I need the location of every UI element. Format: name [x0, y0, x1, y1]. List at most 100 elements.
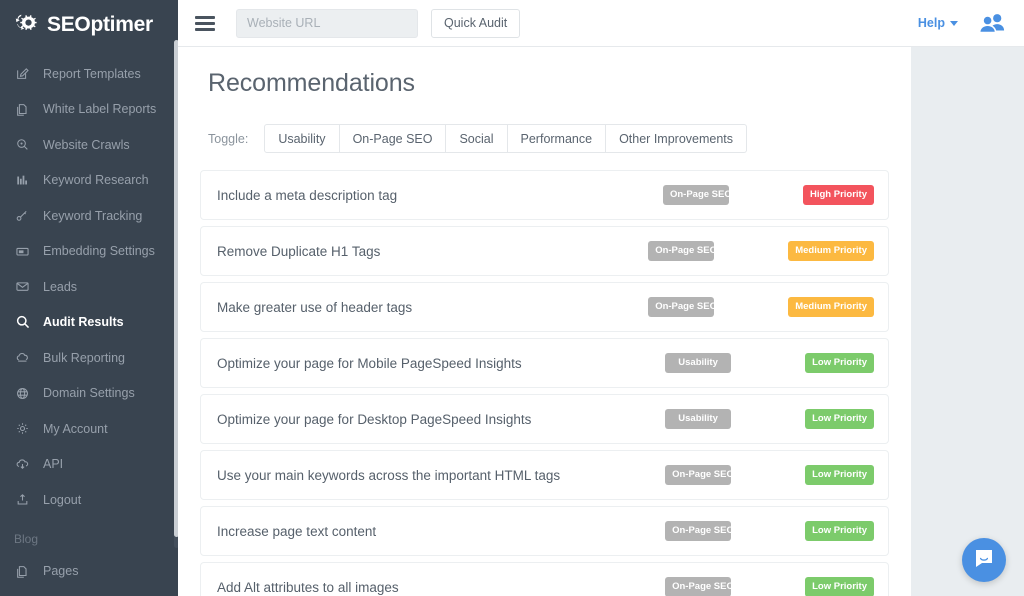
table-row[interactable]: Remove Duplicate H1 Tags On-Page SEO Med…	[200, 226, 889, 276]
sidebar-item-keyword-tracking[interactable]: Keyword Tracking	[0, 198, 178, 234]
content-panel: Recommendations Toggle: Usability On-Pag…	[178, 47, 911, 596]
sidebar-item-label: Keyword Tracking	[43, 209, 142, 223]
search-icon	[14, 314, 31, 331]
gear-icon	[14, 420, 31, 437]
topbar: Quick Audit Help	[178, 0, 1024, 47]
sidebar-item-label: Leads	[43, 280, 77, 294]
sidebar: SEOptimer Report Templates White Label R…	[0, 0, 178, 596]
logout-upload-icon	[14, 491, 31, 508]
recommendation-title: Use your main keywords across the import…	[217, 468, 665, 483]
cloud-download-icon	[14, 456, 31, 473]
magnifier-plus-icon	[14, 136, 31, 153]
copy-files-icon	[14, 101, 31, 118]
table-row[interactable]: Include a meta description tag On-Page S…	[200, 170, 889, 220]
sidebar-item-label: Audit Results	[43, 315, 124, 329]
users-icon[interactable]	[978, 11, 1006, 35]
tab-other-improvements[interactable]: Other Improvements	[606, 124, 747, 153]
sidebar-item-website-crawls[interactable]: Website Crawls	[0, 127, 178, 163]
sidebar-item-audit-results[interactable]: Audit Results	[0, 305, 178, 341]
sidebar-item-logout[interactable]: Logout	[0, 482, 178, 518]
sidebar-item-label: White Label Reports	[43, 102, 156, 116]
sidebar-nav: Report Templates White Label Reports Web…	[0, 48, 178, 589]
sidebar-item-label: Pages	[43, 564, 78, 578]
sidebar-item-label: Bulk Reporting	[43, 351, 125, 365]
cloud-stack-icon	[14, 349, 31, 366]
table-row[interactable]: Use your main keywords across the import…	[200, 450, 889, 500]
sidebar-item-report-templates[interactable]: Report Templates	[0, 56, 178, 92]
category-badge: Usability	[665, 409, 731, 429]
website-url-input[interactable]	[236, 9, 418, 38]
sidebar-item-keyword-research[interactable]: Keyword Research	[0, 163, 178, 199]
status-badge: Low Priority	[805, 577, 874, 596]
category-badge: On-Page SEO	[663, 185, 729, 205]
app-root: SEOptimer Report Templates White Label R…	[0, 0, 1024, 596]
recommendation-title: Make greater use of header tags	[217, 300, 648, 315]
recommendation-title: Optimize your page for Mobile PageSpeed …	[217, 356, 665, 371]
sidebar-item-label: Logout	[43, 493, 81, 507]
category-badge: On-Page SEO	[665, 521, 731, 541]
sidebar-item-label: Embedding Settings	[43, 244, 155, 258]
brand-name: SEOptimer	[47, 14, 153, 35]
table-row[interactable]: Add Alt attributes to all images On-Page…	[200, 562, 889, 596]
help-menu[interactable]: Help	[918, 16, 958, 30]
category-badge: On-Page SEO	[648, 241, 714, 261]
recommendations-list: Include a meta description tag On-Page S…	[200, 153, 889, 596]
tab-social[interactable]: Social	[446, 124, 507, 153]
sidebar-item-my-account[interactable]: My Account	[0, 411, 178, 447]
key-icon	[14, 207, 31, 224]
pencil-square-icon	[14, 65, 31, 82]
tab-usability[interactable]: Usability	[264, 124, 339, 153]
recommendation-title: Include a meta description tag	[217, 188, 663, 203]
quick-audit-button[interactable]: Quick Audit	[431, 9, 520, 38]
tab-on-page-seo[interactable]: On-Page SEO	[340, 124, 447, 153]
sidebar-section-blog: Blog	[0, 518, 178, 554]
chat-launcher-button[interactable]	[962, 538, 1006, 582]
table-row[interactable]: Optimize your page for Desktop PageSpeed…	[200, 394, 889, 444]
table-row[interactable]: Make greater use of header tags On-Page …	[200, 282, 889, 332]
status-badge: Low Priority	[805, 521, 874, 541]
sidebar-item-label: Domain Settings	[43, 386, 135, 400]
hamburger-icon[interactable]	[192, 10, 218, 36]
main-area: Quick Audit Help Recommendations	[178, 0, 1024, 596]
category-badge: On-Page SEO	[665, 465, 731, 485]
sidebar-item-embedding-settings[interactable]: Embedding Settings	[0, 234, 178, 270]
help-label: Help	[918, 16, 945, 30]
sidebar-item-label: Website Crawls	[43, 138, 130, 152]
recommendation-title: Remove Duplicate H1 Tags	[217, 244, 648, 259]
gear-arrows-logo-icon	[14, 11, 40, 37]
sidebar-item-label: Report Templates	[43, 67, 141, 81]
status-badge: Low Priority	[805, 409, 874, 429]
status-badge: Medium Priority	[788, 241, 874, 261]
sidebar-item-label: Keyword Research	[43, 173, 149, 187]
table-row[interactable]: Optimize your page for Mobile PageSpeed …	[200, 338, 889, 388]
envelope-icon	[14, 278, 31, 295]
status-badge: Low Priority	[805, 353, 874, 373]
chat-bubble-icon	[973, 547, 995, 574]
status-badge: Low Priority	[805, 465, 874, 485]
table-row[interactable]: Increase page text content On-Page SEO L…	[200, 506, 889, 556]
topbar-right: Help	[918, 11, 1006, 35]
status-badge: Medium Priority	[788, 297, 874, 317]
recommendation-title: Increase page text content	[217, 524, 665, 539]
recommendation-title: Optimize your page for Desktop PageSpeed…	[217, 412, 665, 427]
sidebar-item-leads[interactable]: Leads	[0, 269, 178, 305]
category-badge: On-Page SEO	[665, 577, 731, 596]
sidebar-item-white-label-reports[interactable]: White Label Reports	[0, 92, 178, 128]
tab-performance[interactable]: Performance	[508, 124, 607, 153]
category-badge: On-Page SEO	[648, 297, 714, 317]
sidebar-item-pages[interactable]: Pages	[0, 554, 178, 590]
recommendation-title: Add Alt attributes to all images	[217, 580, 665, 595]
chevron-down-icon	[950, 21, 958, 26]
bar-chart-icon	[14, 172, 31, 189]
copy-files-icon	[14, 563, 31, 580]
category-badge: Usability	[665, 353, 731, 373]
toggle-label: Toggle:	[208, 132, 248, 146]
brand[interactable]: SEOptimer	[0, 0, 178, 48]
globe-icon	[14, 385, 31, 402]
sidebar-item-domain-settings[interactable]: Domain Settings	[0, 376, 178, 412]
sidebar-item-bulk-reporting[interactable]: Bulk Reporting	[0, 340, 178, 376]
sidebar-item-api[interactable]: API	[0, 447, 178, 483]
toggle-row: Toggle: Usability On-Page SEO Social Per…	[200, 98, 889, 153]
toggle-group: Usability On-Page SEO Social Performance…	[264, 124, 747, 153]
window-embed-icon	[14, 243, 31, 260]
